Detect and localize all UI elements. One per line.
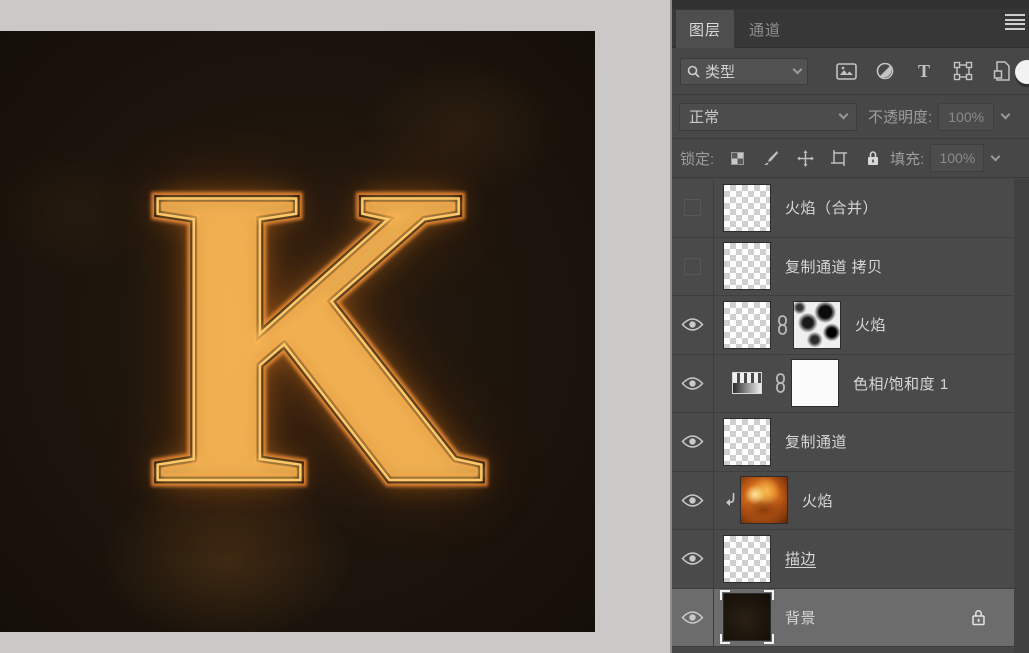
type-layer-filter-icon[interactable]: T bbox=[913, 61, 935, 81]
layer-thumbnail[interactable] bbox=[723, 183, 771, 232]
selected-thumbnail-frame bbox=[720, 590, 774, 645]
visibility-toggle[interactable] bbox=[672, 588, 714, 646]
layer-name[interactable]: 复制通道 拷贝 bbox=[785, 256, 883, 277]
lock-row: 锁定: 填充: 100% bbox=[672, 139, 1029, 178]
visibility-toggle[interactable] bbox=[672, 530, 714, 588]
panel-edge bbox=[1014, 179, 1029, 653]
layer-row[interactable]: 复制通道 拷贝 bbox=[672, 237, 1014, 296]
layer-locked-icon bbox=[971, 609, 986, 626]
visibility-toggle[interactable] bbox=[672, 471, 714, 529]
chevron-down-icon bbox=[792, 64, 803, 74]
tab-channels[interactable]: 通道 bbox=[736, 10, 794, 48]
pixel-layer-filter-icon[interactable] bbox=[835, 61, 857, 81]
eye-icon bbox=[681, 435, 704, 448]
layer-name[interactable]: 描边 bbox=[785, 548, 816, 569]
adjustment-layer-filter-icon[interactable] bbox=[874, 61, 896, 81]
layer-row[interactable]: 描边 bbox=[672, 530, 1014, 589]
eye-hidden-icon bbox=[684, 199, 701, 217]
eye-icon bbox=[681, 377, 704, 390]
lock-transparent-icon[interactable] bbox=[728, 149, 746, 167]
eye-icon bbox=[681, 611, 704, 624]
visibility-toggle[interactable] bbox=[672, 179, 714, 237]
layer-name[interactable]: 复制通道 bbox=[785, 431, 847, 452]
chevron-down-icon[interactable] bbox=[990, 151, 1001, 161]
filter-kind-select[interactable]: 类型 bbox=[680, 57, 808, 85]
link-mask-icon[interactable] bbox=[776, 314, 788, 335]
visibility-toggle[interactable] bbox=[672, 354, 714, 412]
eye-icon bbox=[681, 318, 704, 331]
chevron-down-icon bbox=[838, 109, 849, 120]
eye-icon bbox=[681, 552, 704, 565]
layer-row-background[interactable]: 背景 bbox=[672, 588, 1014, 647]
visibility-toggle[interactable] bbox=[672, 237, 714, 295]
tab-layers[interactable]: 图层 bbox=[676, 10, 735, 48]
filter-kind-label: 类型 bbox=[705, 63, 736, 81]
layer-row[interactable]: 火焰 bbox=[672, 296, 1014, 355]
layer-thumbnail[interactable] bbox=[723, 242, 771, 291]
lock-artboard-icon[interactable] bbox=[830, 149, 848, 167]
shape-layer-filter-icon[interactable] bbox=[952, 61, 974, 81]
blend-mode-value: 正常 bbox=[689, 109, 720, 126]
link-mask-icon[interactable] bbox=[774, 373, 786, 394]
layer-list: 火焰（合并） 复制通道 拷贝 火焰 色相/饱和度 1 复制通道 火焰 描边 背景 bbox=[672, 179, 1014, 653]
layer-thumbnail[interactable] bbox=[723, 417, 771, 466]
blend-mode-row: 正常 不透明度: 100% bbox=[672, 95, 1029, 139]
layer-name[interactable]: 色相/饱和度 1 bbox=[853, 373, 949, 394]
layer-name[interactable]: 火焰（合并） bbox=[785, 197, 878, 218]
fire-letter-highlight: K bbox=[149, 97, 486, 574]
lock-position-icon[interactable] bbox=[796, 149, 814, 167]
lock-pixels-icon[interactable] bbox=[762, 149, 780, 167]
layer-thumbnail[interactable] bbox=[723, 534, 771, 583]
lock-icons bbox=[728, 149, 882, 167]
layer-row[interactable]: 火焰 bbox=[672, 471, 1014, 530]
layer-row[interactable]: 色相/饱和度 1 bbox=[672, 354, 1014, 413]
lock-all-icon[interactable] bbox=[864, 149, 882, 167]
layer-name[interactable]: 火焰 bbox=[855, 314, 886, 335]
fill-value[interactable]: 100% bbox=[930, 144, 985, 172]
visibility-toggle[interactable] bbox=[672, 296, 714, 354]
layer-name[interactable]: 背景 bbox=[785, 607, 816, 628]
layer-mask-thumbnail[interactable] bbox=[793, 300, 841, 349]
eye-hidden-icon bbox=[684, 257, 701, 275]
opacity-label: 不透明度: bbox=[868, 109, 933, 126]
visibility-toggle[interactable] bbox=[672, 413, 714, 471]
layer-thumbnail[interactable] bbox=[723, 300, 771, 349]
blend-mode-select[interactable]: 正常 bbox=[679, 102, 857, 131]
eye-icon bbox=[681, 494, 704, 507]
opacity-value[interactable]: 100% bbox=[938, 102, 995, 131]
panel-menu-icon[interactable] bbox=[1005, 14, 1025, 30]
fire-letter-artwork: K K K bbox=[78, 96, 558, 576]
layer-thumbnail[interactable] bbox=[740, 476, 788, 525]
filter-toggle[interactable] bbox=[1015, 60, 1029, 84]
fill-label: 填充: bbox=[890, 150, 925, 168]
layers-panel: 图层 通道 类型 T 正常 不透明度: 100% 锁定: 填充: 100% 火焰… bbox=[670, 0, 1029, 653]
adjustment-layer-icon[interactable] bbox=[732, 372, 762, 395]
layer-row[interactable]: 复制通道 bbox=[672, 413, 1014, 472]
filter-type-icons: T bbox=[835, 61, 1013, 81]
search-icon bbox=[687, 65, 700, 78]
layer-row[interactable]: 火焰（合并） bbox=[672, 179, 1014, 238]
clipping-mask-arrow-icon bbox=[723, 492, 737, 508]
smart-object-filter-icon[interactable] bbox=[991, 61, 1013, 81]
document-canvas[interactable]: K K K bbox=[0, 31, 595, 632]
chevron-down-icon[interactable] bbox=[1000, 109, 1011, 120]
layer-name[interactable]: 火焰 bbox=[802, 490, 833, 511]
lock-label: 锁定: bbox=[680, 150, 715, 168]
layer-filter-row: 类型 T bbox=[672, 48, 1029, 95]
layer-mask-thumbnail[interactable] bbox=[791, 359, 839, 408]
panel-tab-bar: 图层 通道 bbox=[672, 0, 1029, 48]
